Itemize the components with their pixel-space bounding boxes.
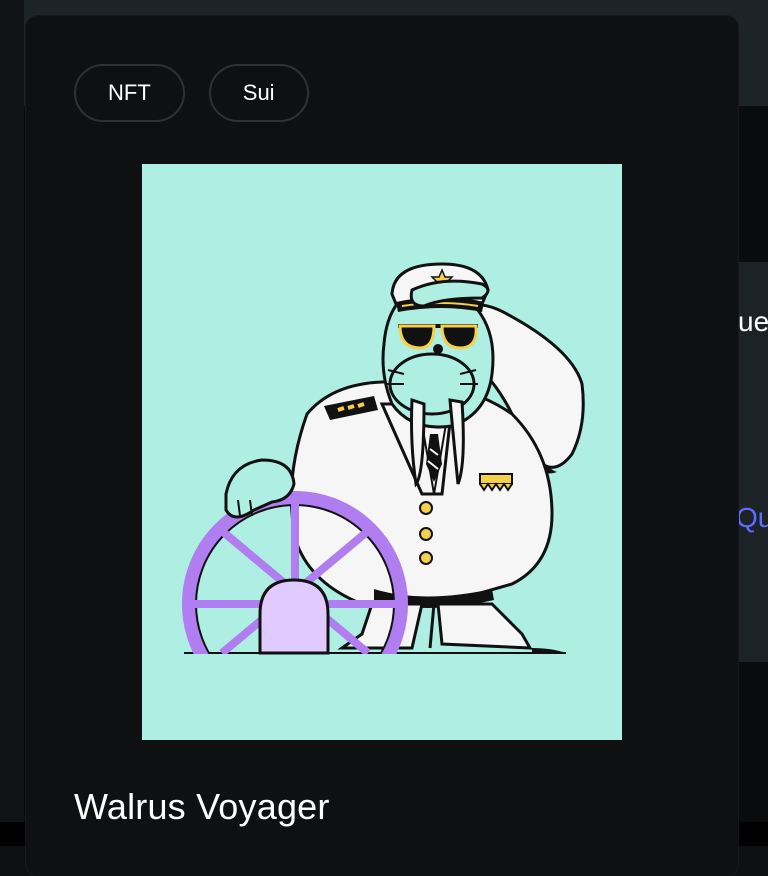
background-card-heading: ue	[738, 306, 768, 337]
nft-image	[142, 164, 622, 740]
tag-nft[interactable]: NFT	[74, 64, 185, 122]
walrus-captain-illustration	[142, 262, 622, 740]
nft-title: Walrus Voyager	[74, 786, 330, 827]
nft-detail-modal: NFT Sui Walrus Voyager	[26, 16, 738, 876]
background-card-link[interactable]: Qu	[736, 502, 768, 534]
tag-list: NFT Sui	[74, 64, 309, 122]
tag-sui[interactable]: Sui	[208, 64, 309, 122]
background-left-strip	[0, 0, 24, 846]
